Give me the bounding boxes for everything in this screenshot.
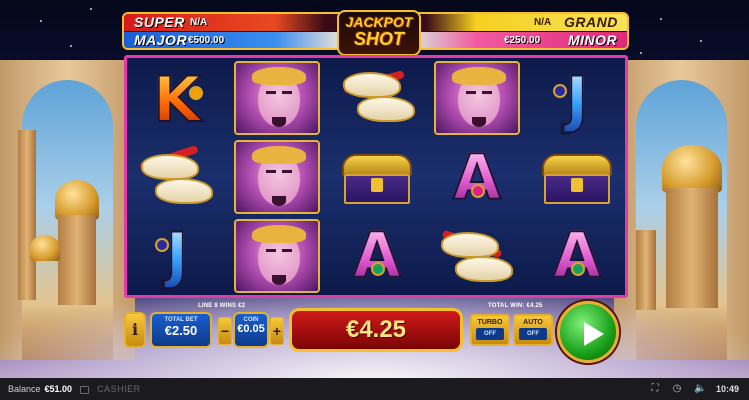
clock: 10:49 (715, 384, 739, 394)
gem-icon (189, 86, 203, 100)
sound-icon[interactable]: 🔈 (694, 384, 706, 394)
line-wins-text: LINE 8 WINS €2 (198, 303, 246, 309)
reel-5: J A (527, 58, 627, 295)
history-icon[interactable]: ◷ (672, 384, 682, 394)
letter-a: A (452, 141, 502, 214)
balance-value: €51.00 (44, 384, 73, 394)
gem-icon (155, 238, 169, 252)
balance-label: Balance (8, 384, 41, 394)
symbol-genie (233, 218, 321, 294)
logo-line-2: SHOT (353, 29, 404, 49)
auto-toggle[interactable]: AUTO OFF (513, 314, 553, 346)
symbol-j: J (533, 62, 621, 138)
reel-4: A (427, 58, 527, 295)
win-display: €4.25 (289, 308, 463, 352)
letter-j: J (564, 63, 589, 136)
total-win-text: TOTAL WIN: €4.25 (488, 303, 543, 309)
reel-grid: K J A A J A (124, 55, 628, 298)
jackpot-grand-value: N/A (534, 17, 552, 28)
auto-state: OFF (519, 328, 547, 340)
symbol-genie (433, 60, 521, 136)
reel-1: K J (127, 58, 227, 295)
jackpot-super-label: SUPER (134, 14, 185, 30)
letter-j: J (164, 219, 189, 292)
jackpot-shot-logo: JACKPOT SHOT (337, 10, 421, 56)
turbo-toggle[interactable]: TURBO OFF (470, 314, 510, 346)
symbol-a: A (333, 218, 421, 294)
letter-a: A (352, 219, 402, 292)
jackpot-grand-label: GRAND (564, 14, 618, 30)
letter-k: K (152, 63, 202, 136)
symbol-a: A (533, 218, 621, 294)
star (40, 20, 42, 22)
gem-icon (571, 262, 585, 276)
total-bet-value: €2.50 (164, 323, 198, 338)
reel-2 (227, 58, 327, 295)
symbol-j: J (133, 218, 221, 294)
gem-icon (371, 262, 385, 276)
info-button[interactable]: i (124, 312, 146, 348)
jackpot-minor-label: MINOR (568, 32, 618, 48)
symbol-k: K (133, 62, 221, 138)
coin-panel: COIN €0.05 (233, 312, 269, 348)
play-icon (584, 322, 604, 346)
symbol-magic-shoes (433, 218, 521, 294)
symbol-treasure-chest (333, 140, 421, 216)
symbol-magic-shoes (133, 140, 221, 216)
total-bet-panel: TOTAL BET €2.50 (150, 312, 212, 348)
cashier-link[interactable]: CASHIER (97, 384, 141, 394)
symbol-genie (233, 139, 321, 215)
win-amount: €4.25 (345, 316, 407, 343)
star (70, 45, 72, 47)
fullscreen-icon[interactable]: ⛶ (650, 384, 660, 394)
gem-icon (553, 84, 567, 98)
letter-a: A (552, 219, 602, 292)
star (660, 18, 662, 20)
auto-label: AUTO (523, 319, 543, 326)
logo-line-1: JACKPOT (345, 14, 413, 30)
gem-icon (471, 184, 485, 198)
jackpot-super-value: N/A (190, 17, 208, 28)
coin-value: €0.05 (237, 323, 265, 335)
turbo-state: OFF (476, 328, 504, 340)
status-bar: Balance €51.00 CASHIER ⛶ ◷ 🔈 10:49 (0, 378, 749, 400)
symbol-genie (233, 60, 321, 136)
coin-increase-button[interactable]: + (270, 317, 284, 345)
reel-3: A (327, 58, 427, 295)
coin-decrease-button[interactable]: − (218, 317, 232, 345)
symbol-a: A (433, 140, 521, 216)
jackpot-minor-value: €250.00 (504, 35, 541, 46)
symbol-magic-shoes (333, 60, 421, 136)
spin-button[interactable] (557, 301, 619, 363)
turbo-label: TURBO (477, 319, 503, 326)
jackpot-major-label: MAJOR (134, 32, 188, 48)
lock-icon (80, 386, 90, 394)
star (640, 52, 642, 54)
star (700, 40, 702, 42)
symbol-treasure-chest (533, 140, 621, 216)
jackpot-major-value: €500.00 (188, 35, 225, 46)
star (90, 8, 92, 10)
